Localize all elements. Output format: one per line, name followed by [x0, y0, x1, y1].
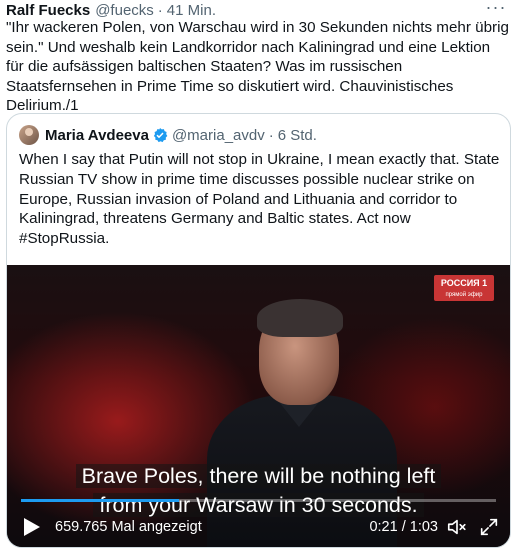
- tweet-header: Ralf Fuecks @fuecks · 41 Min.: [6, 0, 216, 20]
- video-progress-bar[interactable]: [21, 499, 496, 502]
- quoted-tweet-header: Maria Avdeeva @maria_avdv · 6 Std.: [19, 124, 317, 146]
- volume-off-icon[interactable]: [446, 516, 468, 538]
- video-player[interactable]: РОССИЯ 1 прямой эфир Brave Poles, there …: [7, 265, 510, 547]
- separator-dot: ·: [268, 126, 274, 144]
- author-handle[interactable]: @fuecks: [95, 2, 154, 19]
- view-count: 659.765 Mal angezeigt: [55, 519, 202, 535]
- avatar[interactable]: [19, 125, 39, 145]
- tweet-text: "Ihr wackeren Polen, von Warschau wird i…: [6, 19, 514, 115]
- quoted-tweet-timestamp[interactable]: 6 Std.: [278, 127, 317, 144]
- verified-badge-icon: [153, 128, 168, 143]
- quoted-author-name[interactable]: Maria Avdeeva: [45, 127, 149, 144]
- fullscreen-icon[interactable]: [478, 516, 500, 538]
- play-icon[interactable]: [23, 517, 41, 537]
- quoted-tweet-card[interactable]: Maria Avdeeva @maria_avdv · 6 Std. When …: [6, 113, 511, 548]
- video-timecode: 0:21 / 1:03: [369, 519, 438, 535]
- quoted-author-handle[interactable]: @maria_avdv: [172, 127, 265, 144]
- more-horizontal-icon[interactable]: ···: [484, 0, 508, 20]
- subtitle-line-1: Brave Poles, there will be nothing left: [75, 464, 442, 488]
- video-controls: 659.765 Mal angezeigt 0:21 / 1:03: [7, 507, 510, 547]
- author-name[interactable]: Ralf Fuecks: [6, 2, 90, 19]
- separator-dot: ·: [157, 1, 163, 19]
- channel-logo-subtext: прямой эфир: [445, 292, 483, 298]
- channel-logo-text: РОССИЯ 1: [440, 278, 488, 288]
- channel-logo: РОССИЯ 1 прямой эфир: [434, 275, 494, 301]
- video-progress-fill: [21, 499, 180, 502]
- tweet-timestamp[interactable]: 41 Min.: [167, 2, 216, 19]
- quoted-tweet-text: When I say that Putin will not stop in U…: [19, 151, 500, 248]
